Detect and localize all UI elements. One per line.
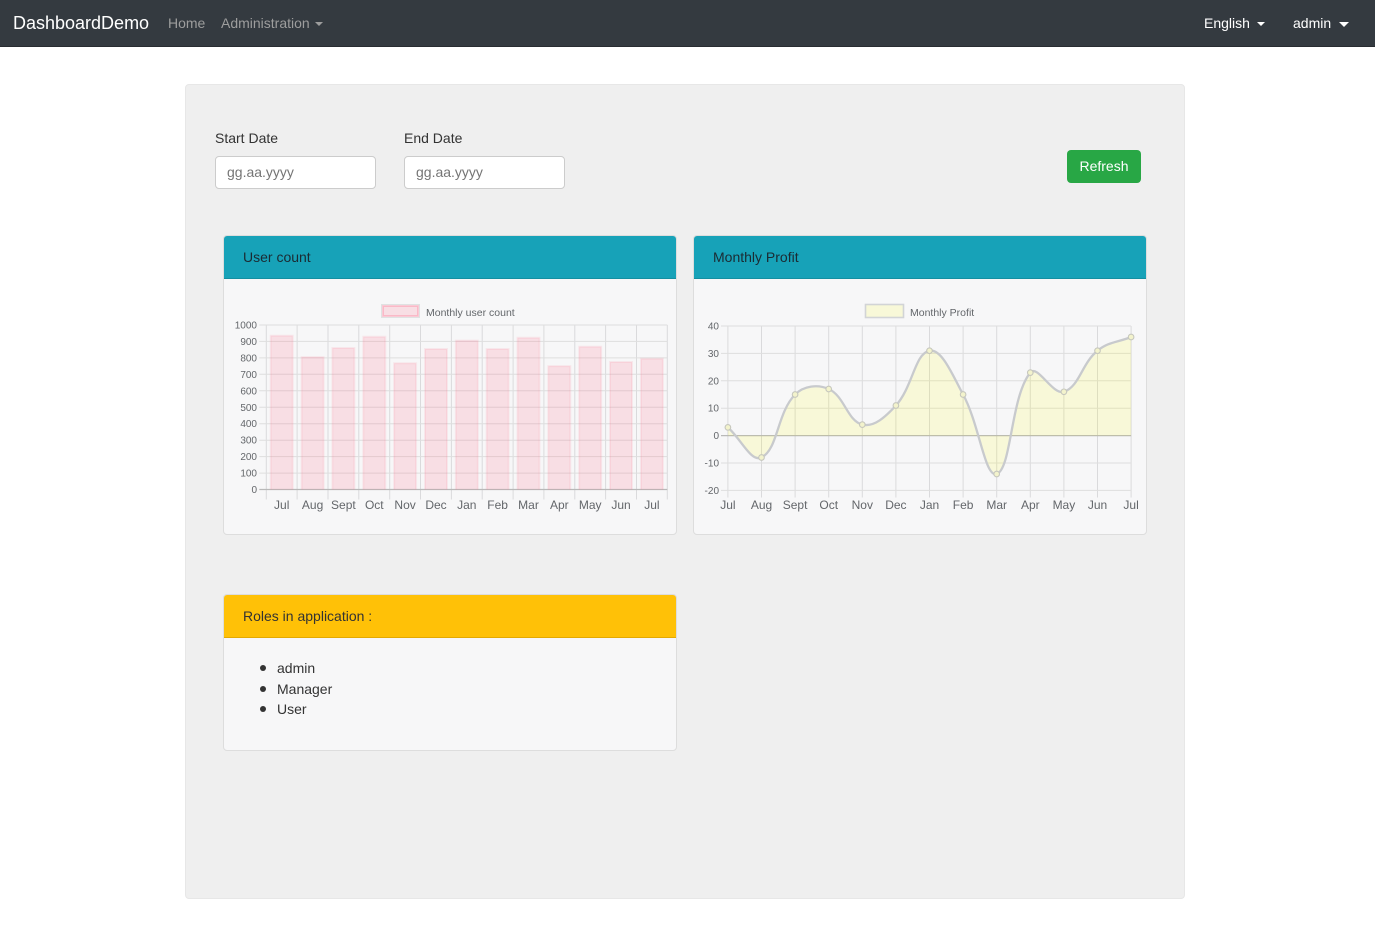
svg-text:Jan: Jan bbox=[457, 498, 476, 512]
svg-text:Apr: Apr bbox=[550, 498, 569, 512]
svg-text:30: 30 bbox=[708, 349, 720, 360]
svg-text:Oct: Oct bbox=[819, 498, 838, 512]
svg-text:Mar: Mar bbox=[986, 498, 1007, 512]
svg-text:200: 200 bbox=[240, 452, 257, 463]
svg-text:400: 400 bbox=[240, 419, 257, 430]
svg-text:Oct: Oct bbox=[365, 498, 384, 512]
svg-text:Feb: Feb bbox=[487, 498, 508, 512]
svg-text:Jun: Jun bbox=[611, 498, 630, 512]
svg-text:Monthly Profit: Monthly Profit bbox=[910, 307, 974, 319]
svg-text:Jan: Jan bbox=[920, 498, 939, 512]
svg-text:40: 40 bbox=[708, 322, 720, 333]
svg-text:10: 10 bbox=[708, 404, 720, 415]
svg-text:1000: 1000 bbox=[235, 321, 258, 332]
svg-text:Aug: Aug bbox=[302, 498, 323, 512]
svg-text:20: 20 bbox=[708, 376, 720, 387]
svg-text:Jul: Jul bbox=[644, 498, 659, 512]
svg-text:Aug: Aug bbox=[751, 498, 772, 512]
svg-text:900: 900 bbox=[240, 337, 257, 348]
svg-text:Jul: Jul bbox=[274, 498, 289, 512]
svg-text:Apr: Apr bbox=[1021, 498, 1040, 512]
svg-text:Nov: Nov bbox=[394, 498, 415, 512]
svg-text:0: 0 bbox=[713, 431, 719, 442]
svg-text:Sept: Sept bbox=[331, 498, 356, 512]
svg-text:Sept: Sept bbox=[783, 498, 808, 512]
svg-text:800: 800 bbox=[240, 353, 257, 364]
svg-text:500: 500 bbox=[240, 403, 257, 414]
svg-text:300: 300 bbox=[240, 436, 257, 447]
svg-text:Mar: Mar bbox=[518, 498, 539, 512]
svg-text:Dec: Dec bbox=[885, 498, 906, 512]
svg-text:600: 600 bbox=[240, 386, 257, 397]
svg-text:700: 700 bbox=[240, 370, 257, 381]
svg-text:0: 0 bbox=[251, 485, 257, 496]
svg-text:Jul: Jul bbox=[1123, 498, 1138, 512]
svg-text:Feb: Feb bbox=[953, 498, 974, 512]
svg-text:Jun: Jun bbox=[1088, 498, 1107, 512]
svg-text:May: May bbox=[579, 498, 602, 512]
svg-text:Monthly user count: Monthly user count bbox=[426, 307, 515, 319]
svg-text:May: May bbox=[1053, 498, 1076, 512]
svg-text:-20: -20 bbox=[705, 486, 720, 497]
svg-text:-10: -10 bbox=[705, 459, 720, 470]
svg-text:Dec: Dec bbox=[425, 498, 446, 512]
svg-text:Nov: Nov bbox=[852, 498, 873, 512]
svg-text:Jul: Jul bbox=[720, 498, 735, 512]
svg-text:100: 100 bbox=[240, 469, 257, 480]
